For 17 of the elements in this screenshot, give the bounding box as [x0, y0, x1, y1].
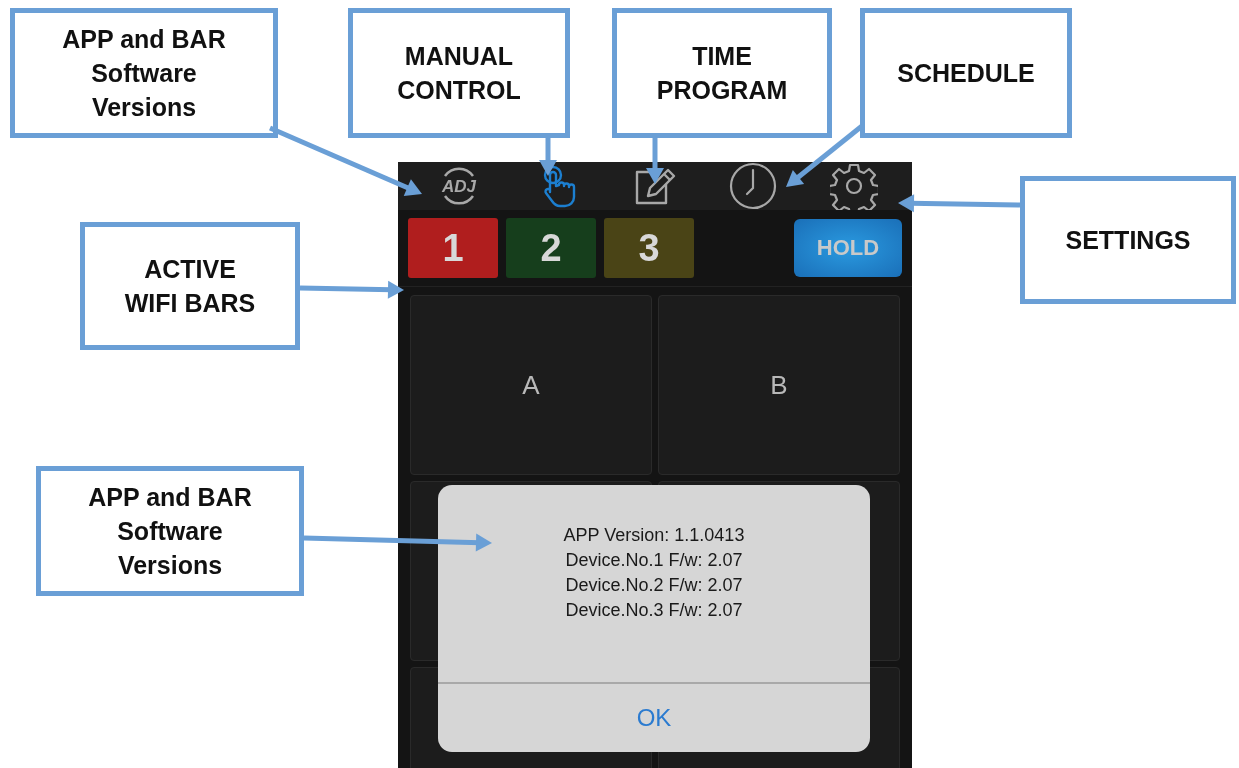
pointer-arrow [646, 138, 664, 184]
callout-label: SETTINGS [1020, 176, 1236, 304]
callout-label: SCHEDULE [860, 8, 1072, 138]
wifi-bar-button[interactable]: 2 [506, 218, 596, 278]
settings-icon[interactable] [829, 162, 878, 210]
wifi-bar-button[interactable]: 1 [408, 218, 498, 278]
pointer-arrow [539, 138, 557, 176]
clock-icon[interactable] [728, 162, 777, 210]
version-info-text: APP Version: 1.1.0413 Device.No.1 F/w: 2.07 Device.No.2 F/w: 2.07 Device.No.3 F/w: 2.07 [563, 524, 745, 622]
callout-label: MANUAL CONTROL [348, 8, 570, 138]
callout-label: APP and BAR Software Versions [36, 466, 304, 596]
callout-label: TIME PROGRAM [612, 8, 832, 138]
wifi-bar-button[interactable]: 3 [604, 218, 694, 278]
callout-label: ACTIVE WIFI BARS [80, 222, 300, 350]
pad-button[interactable]: B [658, 295, 900, 475]
callout-label: APP and BAR Software Versions [10, 8, 278, 138]
pad-button[interactable]: A [410, 295, 652, 475]
